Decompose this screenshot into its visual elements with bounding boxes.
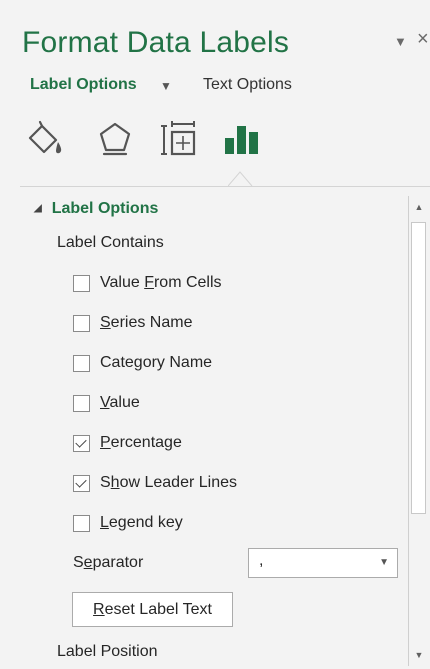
checkbox-box[interactable] (73, 434, 90, 452)
dropdown-arrow-icon[interactable]: ▼ (379, 557, 389, 568)
checkbox-category-name[interactable]: Category Name (73, 351, 212, 375)
checkbox-label: Percentage (100, 434, 182, 451)
checkbox-box[interactable] (73, 394, 90, 412)
pane-title: Format Data Labels (22, 26, 290, 59)
checkbox-label: Legend key (100, 514, 183, 531)
scroll-down-icon[interactable]: ▼ (411, 648, 427, 662)
fill-line-icon[interactable] (26, 118, 70, 158)
chevron-down-icon[interactable]: ▼ (394, 34, 407, 49)
checkbox-box[interactable] (73, 314, 90, 332)
label-position-heading: Label Position (57, 643, 158, 660)
checkbox-label: Series Name (100, 314, 193, 331)
section-label-options-title: Label Options (51, 200, 159, 217)
checkbox-show-leader-lines[interactable]: Show Leader Lines (73, 471, 237, 495)
size-properties-icon[interactable] (158, 118, 202, 158)
checkbox-label: Category Name (100, 354, 213, 371)
checkbox-percentage[interactable]: Percentage (73, 431, 182, 455)
checkbox-label: Value From Cells (100, 274, 222, 291)
label-contains-heading: Label Contains (57, 234, 164, 251)
pane-divider (20, 186, 430, 187)
tab-label-options[interactable]: Label Options (30, 76, 137, 94)
checkbox-box[interactable] (73, 354, 90, 372)
checkbox-value-from-cells[interactable]: Value From Cells (73, 271, 222, 295)
label-options-dropdown-icon[interactable]: ▼ (160, 79, 172, 93)
checkbox-legend-key[interactable]: Legend key (73, 511, 183, 535)
section-label-options[interactable]: ◢ Label Options (34, 200, 158, 218)
checkbox-box[interactable] (73, 274, 90, 292)
close-icon[interactable]: × (417, 28, 429, 51)
separator-value: , (259, 552, 264, 569)
checkbox-series-name[interactable]: Series Name (73, 311, 192, 335)
checkbox-box[interactable] (73, 514, 90, 532)
label-options-icon[interactable] (221, 118, 265, 158)
vertical-scrollbar[interactable]: ▲ ▼ (408, 196, 429, 666)
checkbox-label: Value (100, 394, 140, 411)
separator-dropdown[interactable]: , ▼ (248, 548, 398, 578)
format-data-labels-pane: Format Data Labels ▼ × Label Options ▼ T… (0, 0, 430, 669)
collapse-triangle-icon: ◢ (34, 203, 42, 214)
checkbox-value[interactable]: Value (73, 391, 140, 415)
scroll-thumb[interactable] (411, 222, 426, 514)
scroll-up-icon[interactable]: ▲ (411, 200, 427, 214)
reset-label-text-button[interactable]: Reset Label Text (72, 592, 233, 627)
separator-label: Separator (73, 554, 144, 571)
effects-icon[interactable] (93, 118, 137, 158)
checkbox-box[interactable] (73, 474, 90, 492)
checkbox-label: Show Leader Lines (100, 474, 237, 491)
tab-text-options[interactable]: Text Options (203, 76, 292, 94)
